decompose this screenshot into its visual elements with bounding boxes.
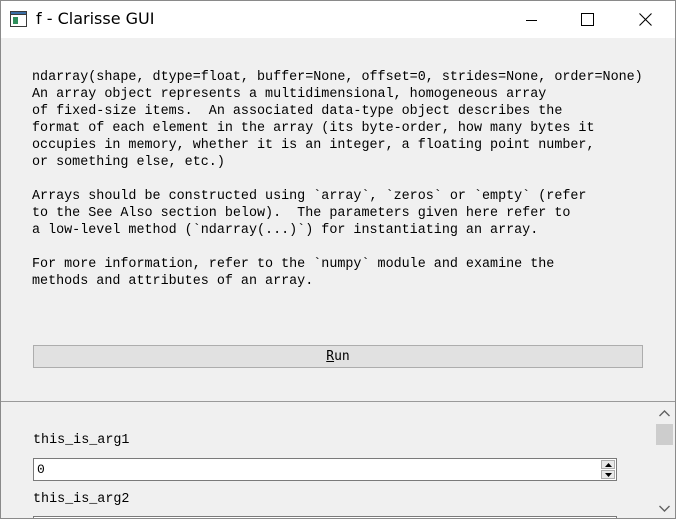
spin-up-button[interactable] — [601, 460, 615, 469]
scroll-down-button[interactable] — [654, 499, 675, 517]
scrollbar-thumb[interactable] — [656, 424, 673, 445]
chevron-down-icon — [659, 505, 670, 512]
close-icon — [638, 13, 652, 26]
arg1-spinbox[interactable]: 0 — [33, 458, 617, 481]
spin-down-icon — [604, 472, 612, 477]
maximize-button[interactable] — [564, 1, 610, 38]
main-window: f - Clarisse GUI ndarray(shape, dtype=fl… — [0, 0, 676, 519]
maximize-icon — [580, 13, 594, 26]
scroll-up-button[interactable] — [654, 404, 675, 422]
arg1-value[interactable]: 0 — [37, 462, 45, 478]
arguments-scroll-area[interactable]: this_is_arg1 0 this_is_arg2 — [1, 401, 675, 518]
run-button[interactable]: Run — [33, 345, 643, 368]
run-button-mnemonic: R — [326, 349, 335, 364]
close-button[interactable] — [622, 1, 668, 38]
window-app-icon — [10, 11, 27, 27]
arg1-label: this_is_arg1 — [33, 433, 130, 448]
run-button-label: un — [334, 349, 350, 364]
chevron-up-icon — [659, 409, 670, 416]
vertical-scrollbar[interactable] — [654, 402, 675, 518]
arg1-spin-arrows — [601, 460, 615, 479]
minimize-button[interactable] — [509, 1, 555, 38]
spin-up-icon — [604, 462, 612, 467]
arg2-label: this_is_arg2 — [33, 492, 130, 507]
title-bar[interactable]: f - Clarisse GUI — [1, 1, 675, 38]
window-title: f - Clarisse GUI — [36, 9, 155, 28]
spin-down-button[interactable] — [601, 470, 615, 479]
docstring-text: ndarray(shape, dtype=float, buffer=None,… — [32, 70, 643, 289]
minimize-icon — [526, 19, 537, 21]
